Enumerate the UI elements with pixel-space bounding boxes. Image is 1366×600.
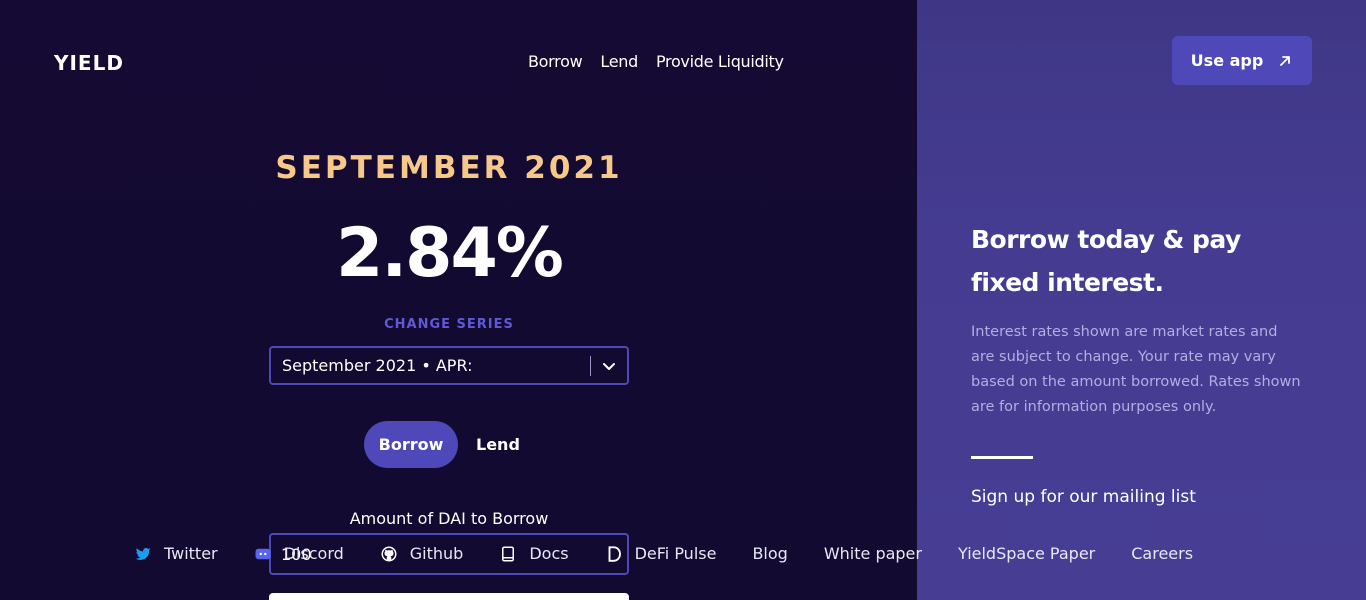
twitter-icon bbox=[135, 547, 151, 560]
tab-borrow[interactable]: Borrow bbox=[364, 421, 458, 468]
panel-disclaimer: Interest rates shown are market rates an… bbox=[971, 324, 1301, 415]
footer-docs[interactable]: Docs bbox=[499, 544, 569, 563]
footer-blog[interactable]: Blog bbox=[752, 544, 787, 563]
github-icon bbox=[381, 546, 397, 561]
footer-white-paper[interactable]: White paper bbox=[824, 544, 922, 563]
series-title: SEPTEMBER 2021 bbox=[275, 150, 623, 186]
footer-yieldspace-paper[interactable]: YieldSpace Paper bbox=[958, 544, 1095, 563]
footer-github[interactable]: Github bbox=[380, 544, 464, 563]
tab-lend[interactable]: Lend bbox=[476, 435, 520, 454]
footer-careers[interactable]: Careers bbox=[1131, 544, 1193, 563]
footer-discord-label: Discord bbox=[283, 544, 344, 563]
footer-twitter-label: Twitter bbox=[164, 544, 218, 563]
defi-pulse-icon bbox=[608, 545, 621, 562]
footer-links: Twitter Discord Github Docs DeFi Pulse B… bbox=[134, 544, 1193, 563]
footer-discord[interactable]: Discord bbox=[254, 544, 344, 563]
footer-twitter[interactable]: Twitter bbox=[134, 544, 218, 563]
submit-area[interactable] bbox=[269, 593, 629, 600]
nav-lend[interactable]: Lend bbox=[600, 52, 638, 71]
panel-headline: Borrow today & pay fixed interest. bbox=[971, 225, 1241, 297]
borrow-lend-tabs: Borrow Lend bbox=[364, 421, 520, 468]
footer-defi-pulse-label: DeFi Pulse bbox=[634, 544, 717, 563]
nav-provide-liquidity[interactable]: Provide Liquidity bbox=[656, 52, 784, 71]
chevron-down-icon bbox=[603, 363, 615, 370]
top-nav: Borrow Lend Provide Liquidity bbox=[528, 52, 784, 71]
change-series-label: CHANGE SERIES bbox=[384, 317, 514, 332]
use-app-label: Use app bbox=[1190, 51, 1264, 70]
panel-divider bbox=[971, 456, 1033, 459]
interest-rate: 2.84% bbox=[336, 214, 564, 293]
series-select[interactable]: September 2021 • APR: bbox=[269, 346, 629, 385]
amount-label: Amount of DAI to Borrow bbox=[349, 509, 549, 528]
arrow-up-right-icon bbox=[1280, 55, 1291, 66]
select-divider bbox=[590, 356, 591, 376]
footer-defi-pulse[interactable]: DeFi Pulse bbox=[605, 544, 717, 563]
footer-github-label: Github bbox=[409, 544, 464, 563]
series-select-value: September 2021 • APR: bbox=[282, 356, 473, 375]
mailing-list-link[interactable]: Sign up for our mailing list bbox=[971, 487, 1196, 507]
discord-icon bbox=[255, 548, 271, 559]
nav-borrow[interactable]: Borrow bbox=[528, 52, 583, 71]
use-app-button[interactable]: Use app bbox=[1172, 36, 1312, 85]
docs-icon bbox=[502, 546, 515, 561]
logo[interactable]: YIELD bbox=[54, 51, 124, 75]
footer-docs-label: Docs bbox=[529, 544, 569, 563]
